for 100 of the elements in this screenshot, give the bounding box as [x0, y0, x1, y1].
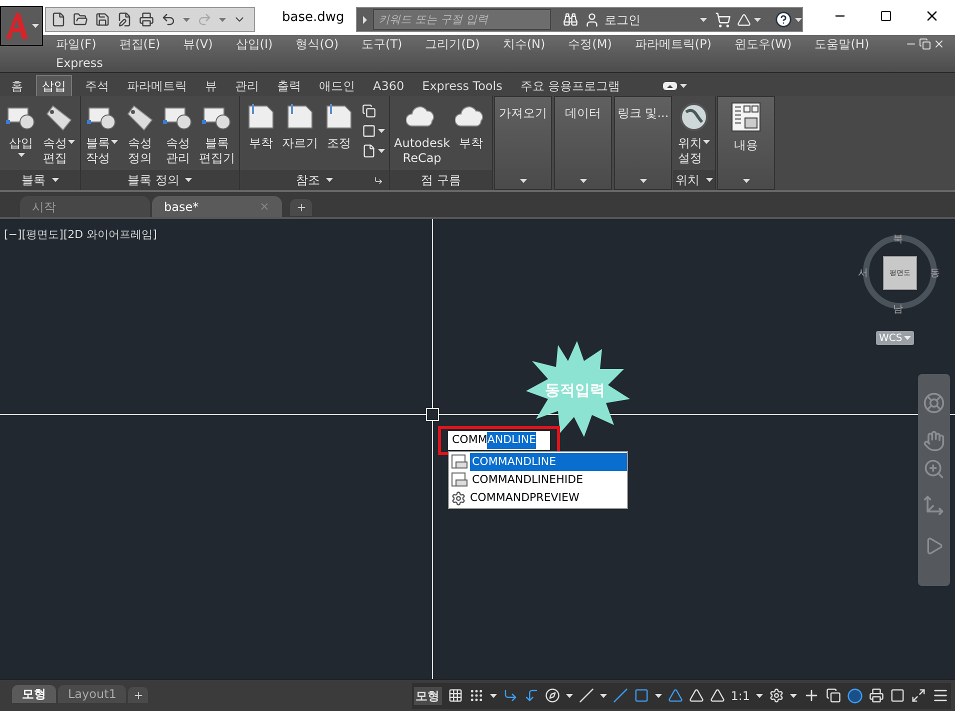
- ribbon-button[interactable]: 삽입: [4, 96, 38, 170]
- open-folder-icon[interactable]: [73, 12, 88, 27]
- ribbon-button[interactable]: 속성 편집: [42, 96, 76, 170]
- layout-tab[interactable]: 모형: [12, 685, 56, 703]
- panel-title-bar[interactable]: 참조: [240, 170, 389, 190]
- cart-icon[interactable]: [715, 12, 732, 28]
- menu-item[interactable]: 뷰(V): [183, 35, 213, 53]
- launcher-icon[interactable]: [374, 176, 383, 184]
- ribbon-tab[interactable]: 뷰: [200, 75, 222, 96]
- ribbon-button[interactable]: 속성 정의: [123, 96, 157, 170]
- panel-title-bar[interactable]: 블록 정의: [81, 170, 239, 190]
- button-label: 위치: [678, 136, 702, 151]
- ribbon-button[interactable]: 속성 관리: [161, 96, 195, 170]
- undo-icon[interactable]: [161, 12, 176, 27]
- restore-icon[interactable]: [919, 38, 931, 50]
- ribbon-tab[interactable]: 관리: [230, 75, 264, 96]
- ribbon-button[interactable]: 부착: [244, 96, 278, 170]
- save-as-icon[interactable]: [117, 12, 132, 27]
- snap-icon[interactable]: [468, 688, 484, 703]
- ribbon-button[interactable]: 블록 작성: [85, 96, 119, 170]
- ribbon-tab[interactable]: 주석: [80, 75, 114, 96]
- menu-item[interactable]: 도구(T): [362, 35, 402, 53]
- panel-title: 블록: [22, 172, 46, 189]
- menu-item[interactable]: 편집(E): [119, 35, 160, 53]
- caret-icon: [703, 140, 710, 144]
- help-icon[interactable]: [775, 11, 792, 28]
- collapsed-panel-button[interactable]: 링크 및...: [614, 96, 672, 190]
- collapsed-panel-button[interactable]: 데이터: [554, 96, 612, 190]
- settings-icon[interactable]: [769, 688, 784, 703]
- menu-item[interactable]: 형식(O): [296, 35, 339, 53]
- ribbon-tab[interactable]: 홈: [6, 75, 28, 96]
- grid-layout-icon: [731, 102, 762, 132]
- scale-button[interactable]: 1:1: [730, 686, 750, 704]
- search-icon[interactable]: [563, 12, 578, 27]
- print-icon[interactable]: [139, 12, 154, 27]
- ribbon-button[interactable]: Autodesk ReCap: [394, 96, 450, 170]
- panel-title-bar[interactable]: 점 구름: [390, 170, 492, 190]
- add-layout-button[interactable]: [128, 687, 148, 703]
- triangle-icon[interactable]: [737, 12, 752, 26]
- new-tab-button[interactable]: [290, 199, 312, 216]
- button-label: 편집: [43, 151, 67, 166]
- ribbon-button[interactable]: 부착: [454, 96, 488, 170]
- ribbon-button[interactable]: 자르기: [282, 96, 318, 170]
- ribbon-tab[interactable]: 삽입: [36, 75, 72, 96]
- ribbon-button[interactable]: 조정: [322, 96, 356, 170]
- suggestion-item[interactable]: COMMANDPREVIEW: [449, 489, 627, 507]
- menu-item[interactable]: 파라메트릭(P): [634, 35, 712, 53]
- menu-item[interactable]: 파일(F): [56, 35, 96, 53]
- command-input-field[interactable]: COMMANDLINE: [448, 431, 550, 450]
- close-icon[interactable]: [933, 38, 945, 50]
- menu-item[interactable]: 그리기(D): [425, 35, 480, 53]
- model-space-button[interactable]: 모형: [414, 686, 442, 704]
- user-icon[interactable]: [584, 12, 600, 28]
- app-menu-button[interactable]: [0, 6, 43, 46]
- copy-icon[interactable]: [362, 104, 376, 118]
- save-icon[interactable]: [95, 12, 110, 27]
- menu-item[interactable]: 삽입(I): [236, 35, 273, 53]
- panel-title-bar[interactable]: 블록: [0, 170, 80, 190]
- plus-icon[interactable]: [803, 687, 820, 704]
- ribbon-tab[interactable]: 주요 응용프로그램: [515, 75, 626, 96]
- frame-icon[interactable]: [362, 124, 376, 138]
- grid-icon[interactable]: [448, 688, 463, 703]
- layout-tab[interactable]: Layout1: [58, 685, 126, 703]
- caret-icon: [185, 178, 192, 182]
- caret-icon: [600, 694, 607, 698]
- login-link[interactable]: 로그인: [604, 10, 640, 28]
- compass-label: 남: [893, 303, 903, 317]
- collapsed-panel-button[interactable]: 가져오기: [494, 96, 552, 190]
- button-label: 부착: [459, 136, 484, 151]
- ribbon-tab[interactable]: 애드인: [314, 75, 360, 96]
- ribbon-tab[interactable]: Express Tools: [417, 75, 508, 96]
- maximize-icon: [880, 10, 892, 22]
- menu-item[interactable]: 수정(M): [568, 35, 612, 53]
- menu-item[interactable]: 치수(N): [502, 35, 546, 53]
- menu-item[interactable]: Express: [56, 54, 103, 72]
- menu-item[interactable]: 도움말(H): [814, 35, 870, 53]
- caret-icon: [790, 694, 797, 698]
- ribbon-tab[interactable]: 파라메트릭: [122, 75, 192, 96]
- button-label: 삽입: [9, 136, 33, 151]
- window-icon: [451, 454, 468, 470]
- ribbon-tab[interactable]: A360: [368, 75, 410, 96]
- caret-icon: [52, 178, 58, 182]
- panel-title: 가져오기: [499, 105, 548, 122]
- viewport-controls[interactable]: [−][평면도][2D 와이어프레임]: [4, 227, 157, 244]
- panel-title: 데이터: [565, 105, 602, 122]
- collapsed-panel-button[interactable]: 내용: [717, 96, 776, 190]
- menu-icon[interactable]: [932, 687, 949, 704]
- file-icon[interactable]: [362, 144, 376, 158]
- panel-title: 내용: [734, 137, 758, 154]
- ribbon-button[interactable]: 위치 설정: [677, 96, 712, 170]
- ribbon-button[interactable]: 블록 편집기: [199, 96, 235, 170]
- suggestion-item[interactable]: COMMANDLINEHIDE: [449, 471, 627, 489]
- search-field[interactable]: 키워드 또는 구절 입력: [373, 9, 552, 30]
- panel-title-bar[interactable]: 위치: [673, 170, 716, 190]
- panel-title: 점 구름: [421, 172, 461, 189]
- fullscreen-icon[interactable]: [911, 688, 926, 703]
- ribbon-tab[interactable]: 출력: [272, 75, 306, 96]
- menu-item[interactable]: 윈도우(W): [734, 35, 792, 53]
- new-file-icon[interactable]: [51, 12, 66, 27]
- file-tab[interactable]: base*: [152, 196, 282, 217]
